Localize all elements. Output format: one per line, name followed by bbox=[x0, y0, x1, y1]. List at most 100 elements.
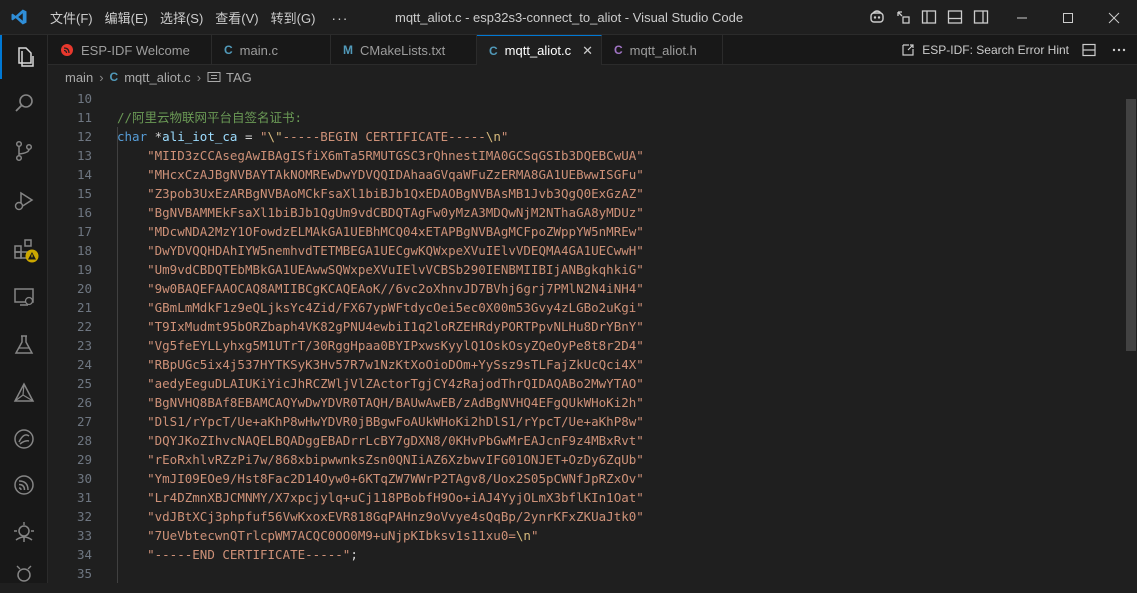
close-window-button[interactable] bbox=[1091, 0, 1137, 35]
source-control-button[interactable] bbox=[0, 129, 48, 173]
tab-mqtt-aliot-c[interactable]: C mqtt_aliot.c ✕ bbox=[477, 35, 602, 65]
vertical-scrollbar[interactable] bbox=[1123, 89, 1137, 583]
cmake-button[interactable] bbox=[0, 371, 48, 415]
code-line: "7UeVbtecwnQTrlcpWM7ACQC0OO0M9+uNjpKIbks… bbox=[117, 526, 538, 545]
line-number: 20 bbox=[76, 281, 92, 296]
string-literal: "MIID3zCCAsegAwIBAgISfiX6mTa5RMUTGSC3rQh… bbox=[147, 148, 644, 163]
line-number: 18 bbox=[76, 243, 92, 258]
code-line: "DlS1/rYpcT/Ue+aKhP8wHwYDVR0jBBgwFoAUkWH… bbox=[117, 412, 644, 431]
code-line: "rEoRxhlvRZzPi7w/868xbipwwnksZsn0QNIiAZ6… bbox=[117, 450, 644, 469]
tab-label: CMakeLists.txt bbox=[360, 42, 446, 58]
scrollbar-thumb[interactable] bbox=[1126, 99, 1136, 351]
menu-more[interactable]: ··· bbox=[321, 10, 358, 26]
toggle-primary-sidebar-icon[interactable] bbox=[920, 8, 938, 26]
string-literal: "-----END CERTIFICATE-----" bbox=[147, 547, 351, 562]
menu-selection[interactable]: 选择(S) bbox=[154, 8, 209, 27]
line-number: 14 bbox=[76, 167, 92, 182]
window-title: mqtt_aliot.c - esp32s3-connect_to_aliot … bbox=[395, 10, 744, 25]
code-editor[interactable]: 10 11 12 13 14 15 16 17 18 19 20 21 22 23 24 25 26 27 28 29… bbox=[48, 89, 1137, 583]
string-literal: "7UeVbtecwnQTrlcpWM7ACQC0OO0M9+uNjpKIbks… bbox=[147, 528, 516, 543]
menu-edit[interactable]: 编辑(E) bbox=[99, 8, 154, 27]
code-line: //阿里云物联网平台自签名证书: bbox=[117, 108, 302, 127]
symbol-constant-icon bbox=[207, 72, 221, 82]
escape-sequence: \" bbox=[267, 129, 283, 144]
tab-label: ESP-IDF Welcome bbox=[81, 42, 190, 58]
testing-button[interactable] bbox=[0, 323, 48, 367]
breadcrumb-file[interactable]: mqtt_aliot.c bbox=[124, 70, 190, 85]
escape-sequence: \n bbox=[515, 528, 531, 543]
menu-view[interactable]: 查看(V) bbox=[209, 8, 264, 27]
copilot-icon[interactable] bbox=[868, 8, 886, 26]
string-literal: "vdJBtXCj3phpfuf56VwKxoxEVR818GqPAHnz9oV… bbox=[147, 509, 644, 524]
vscode-logo-icon[interactable] bbox=[10, 8, 28, 26]
remote-explorer-button[interactable] bbox=[0, 275, 48, 319]
code-line: "9w0BAQEFAAOCAQ8AMIIBCgKCAQEAoK//6vc2oXh… bbox=[117, 279, 644, 298]
close-tab-icon[interactable]: ✕ bbox=[582, 43, 593, 59]
string-literal: "9w0BAQEFAAOCAQ8AMIIBCgKCAQEAoK//6vc2oXh… bbox=[147, 281, 644, 296]
line-number: 13 bbox=[76, 148, 92, 163]
line-number: 30 bbox=[76, 471, 92, 486]
breadcrumb: main › C mqtt_aliot.c › TAG bbox=[48, 65, 1137, 89]
breadcrumb-folder[interactable]: main bbox=[65, 70, 93, 85]
line-number: 12 bbox=[76, 129, 92, 144]
more-actions-icon[interactable] bbox=[1111, 42, 1127, 58]
line-number: 24 bbox=[76, 357, 92, 372]
minimize-button[interactable] bbox=[999, 0, 1045, 35]
variable-name: ali_iot_ca bbox=[162, 129, 238, 144]
customize-layout-icon[interactable] bbox=[894, 8, 912, 26]
code-line: "vdJBtXCj3phpfuf56VwKxoxEVR818GqPAHnz9oV… bbox=[117, 507, 644, 526]
string-literal: "Vg5feEYLLyhxg5M1UTrT/30RggHpaa0BYIPxwsK… bbox=[147, 338, 644, 353]
code-line: "Um9vdCBDQTEbMBkGA1UEAwwSQWxpeXVuIElvVCB… bbox=[117, 260, 644, 279]
line-number: 19 bbox=[76, 262, 92, 277]
editor-actions: ESP-IDF: Search Error Hint bbox=[900, 35, 1137, 65]
tab-cmakelists[interactable]: M CMakeLists.txt bbox=[331, 35, 477, 65]
pointer-op: * bbox=[147, 129, 163, 144]
tab-main-c[interactable]: C main.c bbox=[212, 35, 331, 65]
toggle-secondary-sidebar-icon[interactable] bbox=[972, 8, 990, 26]
breadcrumb-symbol[interactable]: TAG bbox=[226, 70, 252, 85]
string-literal: "BgNVHQ8BAf8EBAMCAQYwDwYDVR0TAQH/BAUwAwE… bbox=[147, 395, 644, 410]
string-literal: "MDcwNDA2MzY1OFowdzELMAkGA1UEBhMCQ04xETA… bbox=[147, 224, 644, 239]
maximize-button[interactable] bbox=[1045, 0, 1091, 35]
minimize-icon bbox=[1017, 17, 1027, 18]
string-literal: "GBmLmMdkF1z9eQLjksYc4Zid/FX67ypWFtdycOe… bbox=[147, 300, 644, 315]
toggle-panel-icon[interactable] bbox=[946, 8, 964, 26]
line-number: 23 bbox=[76, 338, 92, 353]
escape-sequence: \n bbox=[485, 129, 501, 144]
cmake-file-icon: M bbox=[343, 43, 353, 57]
split-editor-icon[interactable] bbox=[1081, 42, 1097, 58]
cmake-icon bbox=[13, 382, 35, 402]
search-error-hint-icon[interactable] bbox=[900, 42, 916, 58]
line-number: 31 bbox=[76, 490, 92, 505]
platformio-icon bbox=[14, 522, 34, 542]
search-button[interactable] bbox=[0, 81, 48, 125]
line-number: 34 bbox=[76, 547, 92, 562]
chevron-right-icon: › bbox=[196, 69, 202, 85]
code-line: "BgNVBAMMEkFsaXl1biBJb1QgUm9vdCBDQTAgFw0… bbox=[117, 203, 644, 222]
tab-esp-idf-welcome[interactable]: ESP-IDF Welcome bbox=[48, 35, 212, 65]
semicolon: ; bbox=[350, 547, 358, 562]
line-number: 15 bbox=[76, 186, 92, 201]
tab-label: mqtt_aliot.c bbox=[504, 43, 572, 58]
string-literal: -----BEGIN CERTIFICATE----- bbox=[282, 129, 486, 144]
run-debug-button[interactable] bbox=[0, 179, 48, 223]
menu-bar: 文件(F) 编辑(E) 选择(S) 查看(V) 转到(G) ··· bbox=[44, 0, 358, 35]
gitlens-button[interactable] bbox=[0, 417, 48, 461]
menu-go[interactable]: 转到(G) bbox=[265, 8, 322, 27]
menu-file[interactable]: 文件(F) bbox=[44, 8, 99, 27]
layout-controls bbox=[868, 8, 990, 26]
code-line: "MIID3zCCAsegAwIBAgISfiX6mTa5RMUTGSC3rQh… bbox=[117, 146, 644, 165]
source-control-icon bbox=[15, 140, 33, 162]
code-line: "-----END CERTIFICATE-----"; bbox=[117, 545, 358, 564]
string-literal: "DwYDVQQHDAhIYW5nemhvdTETMBEGA1UECgwKQWx… bbox=[147, 243, 644, 258]
espressif-button[interactable] bbox=[0, 463, 48, 507]
search-icon bbox=[15, 94, 33, 112]
line-number: 17 bbox=[76, 224, 92, 239]
tab-label: main.c bbox=[239, 42, 278, 58]
string-literal: "DQYJKoZIhvcNAQELBQADggEBADrrLcBY7gDXN8/… bbox=[147, 433, 644, 448]
search-error-hint-button[interactable]: ESP-IDF: Search Error Hint bbox=[922, 43, 1069, 57]
more-views-button[interactable] bbox=[0, 549, 48, 593]
tab-mqtt-aliot-h[interactable]: C mqtt_aliot.h bbox=[602, 35, 723, 65]
explorer-button[interactable] bbox=[0, 35, 48, 79]
extensions-button[interactable] bbox=[0, 227, 48, 271]
